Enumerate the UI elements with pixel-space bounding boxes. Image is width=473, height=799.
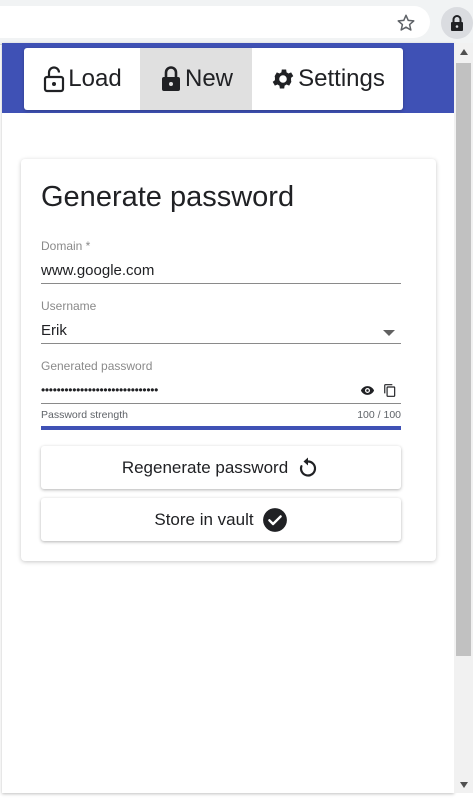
strength-value: 100 / 100	[357, 409, 401, 421]
tab-settings-label: Settings	[298, 65, 385, 92]
chevron-down-icon	[383, 330, 395, 336]
tab-load[interactable]: Load	[24, 48, 140, 110]
username-value: Erik	[41, 319, 401, 344]
extension-lock-icon[interactable]	[441, 7, 473, 39]
domain-input[interactable]	[41, 259, 401, 284]
scroll-up-arrow-icon[interactable]	[454, 43, 473, 60]
regenerate-password-button[interactable]: Regenerate password	[41, 446, 401, 489]
lock-icon	[159, 65, 183, 93]
tab-load-label: Load	[68, 65, 122, 92]
username-select[interactable]: Erik	[41, 319, 401, 344]
browser-toolbar	[0, 0, 473, 45]
password-masked-value: ••••••••••••••••••••••••••••••	[41, 383, 159, 397]
scroll-down-arrow-icon[interactable]	[454, 776, 473, 793]
strength-progress-fill	[41, 426, 401, 430]
store-label: Store in vault	[154, 509, 254, 529]
check-circle-icon	[262, 507, 288, 533]
eye-icon[interactable]	[360, 383, 375, 398]
password-label: Generated password	[41, 359, 153, 373]
address-bar[interactable]	[0, 6, 430, 38]
domain-field: Domain *	[41, 239, 401, 284]
tab-new-label: New	[184, 65, 233, 92]
bookmark-star-icon[interactable]	[393, 10, 419, 36]
scrollbar-thumb[interactable]	[456, 63, 471, 656]
strength-label: Password strength	[41, 409, 128, 421]
refresh-icon	[296, 456, 320, 480]
lock-open-icon	[42, 65, 66, 93]
tab-new[interactable]: New	[140, 48, 252, 110]
page-title: Generate password	[41, 181, 295, 213]
username-field: Username Erik	[41, 299, 401, 344]
password-input[interactable]: ••••••••••••••••••••••••••••••	[41, 379, 401, 404]
generate-password-card: Generate password Domain * Username Erik…	[21, 159, 436, 561]
username-label: Username	[41, 299, 97, 313]
domain-label: Domain *	[41, 239, 91, 253]
extension-popup: Load New Settings Generate password Doma…	[2, 43, 454, 793]
popup-scrollbar[interactable]	[454, 43, 473, 793]
gear-icon	[270, 66, 296, 92]
strength-progress-bar	[41, 426, 401, 430]
copy-icon[interactable]	[383, 383, 397, 398]
app-header: Load New Settings	[2, 43, 454, 113]
password-field: Generated password •••••••••••••••••••••…	[41, 359, 401, 404]
regenerate-label: Regenerate password	[121, 457, 289, 477]
store-in-vault-button[interactable]: Store in vault	[41, 498, 401, 541]
tab-bar: Load New Settings	[24, 48, 403, 110]
password-strength-row: Password strength 100 / 100	[41, 409, 401, 423]
tab-settings[interactable]: Settings	[252, 48, 403, 110]
